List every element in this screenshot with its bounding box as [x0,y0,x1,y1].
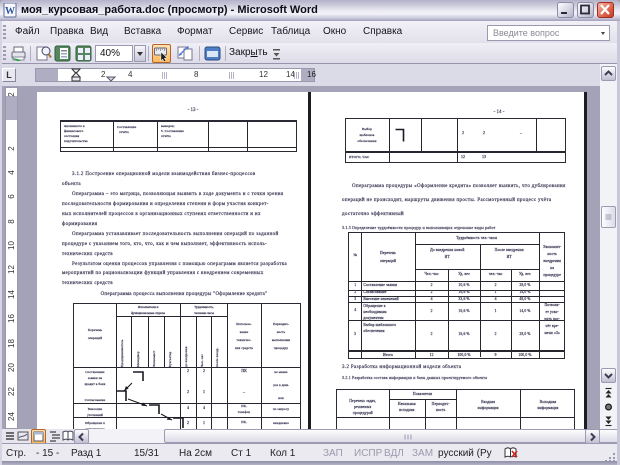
svg-text:W: W [5,6,15,17]
